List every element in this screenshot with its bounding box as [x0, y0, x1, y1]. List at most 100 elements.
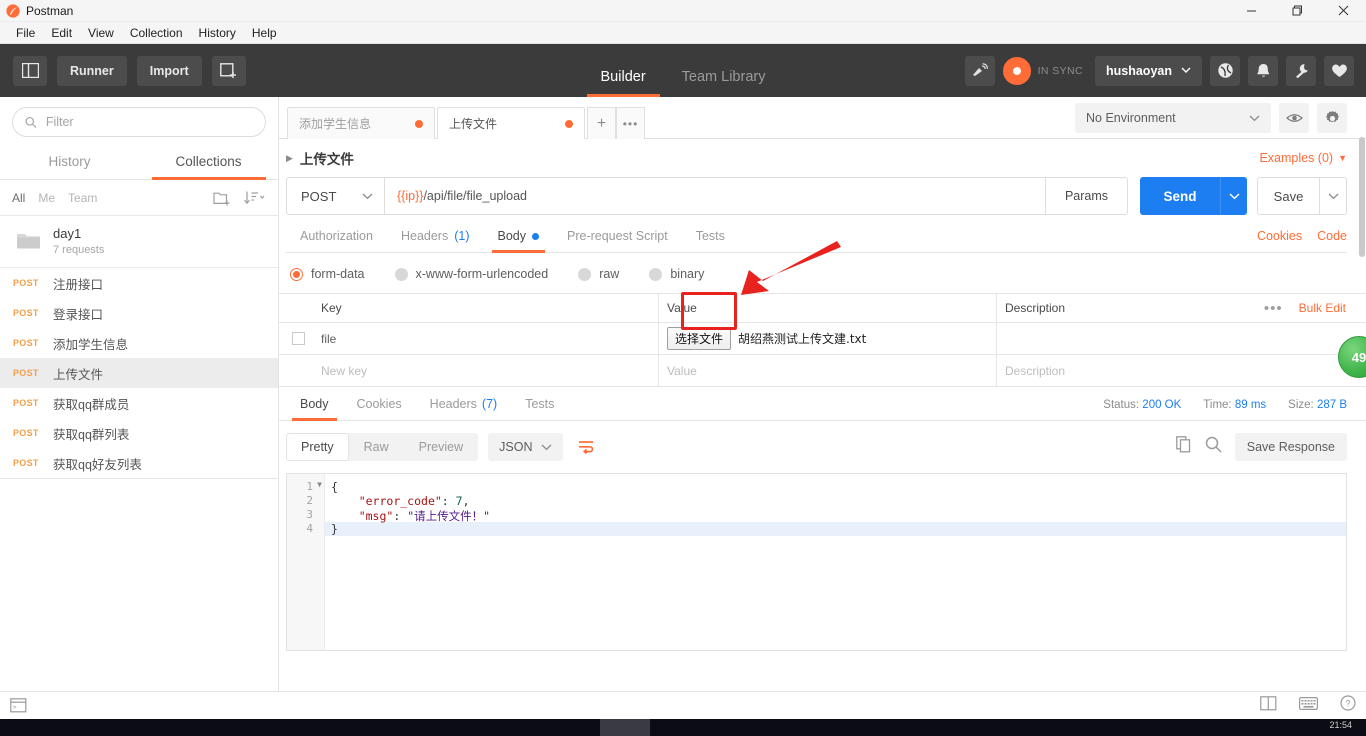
sidebar-request-2[interactable]: POST 添加学生信息 [0, 328, 278, 358]
scope-me[interactable]: Me [38, 191, 55, 205]
menu-collection[interactable]: Collection [122, 24, 191, 42]
examples-dropdown[interactable]: Examples (0) ▼ [1259, 151, 1347, 165]
tab-builder[interactable]: Builder [586, 69, 660, 97]
send-button[interactable]: Send [1140, 177, 1220, 215]
radio-binary[interactable]: binary [649, 267, 704, 281]
view-mode-preview[interactable]: Preview [404, 433, 478, 461]
copy-icon[interactable] [1175, 436, 1192, 458]
request-tab-prerequest-script[interactable]: Pre-request Script [553, 229, 682, 252]
menu-file[interactable]: File [8, 24, 43, 42]
request-tab-body[interactable]: Body [484, 229, 554, 253]
new-folder-icon[interactable] [213, 190, 231, 206]
search-icon[interactable] [1205, 436, 1222, 458]
scope-all[interactable]: All [12, 191, 25, 205]
radio-x-www-form-urlencoded[interactable]: x-www-form-urlencoded [394, 267, 548, 281]
globe-icon[interactable] [1210, 55, 1240, 86]
url-input[interactable]: {{ip}}/api/file/file_upload [384, 177, 1046, 215]
help-icon[interactable]: ? [1340, 695, 1356, 716]
scrollbar-thumb[interactable] [1359, 137, 1365, 257]
main-scrollbar[interactable] [1358, 97, 1366, 733]
breadcrumb[interactable]: ▶ 上传文件 [286, 148, 354, 168]
two-pane-layout-icon[interactable] [1260, 695, 1277, 716]
response-tab-headers[interactable]: Headers (7) [416, 397, 512, 420]
cookies-link[interactable]: Cookies [1257, 229, 1302, 243]
new-value-input[interactable]: Value [659, 355, 997, 386]
request-tab-tests[interactable]: Tests [682, 229, 739, 252]
maximize-button[interactable] [1274, 0, 1320, 22]
close-button[interactable] [1320, 0, 1366, 22]
minimize-button[interactable] [1228, 0, 1274, 22]
bell-icon[interactable] [1248, 55, 1278, 86]
sidebar-tab-history[interactable]: History [0, 146, 139, 179]
runner-button[interactable]: Runner [57, 55, 127, 86]
import-button[interactable]: Import [136, 55, 202, 86]
request-tab-1-active[interactable]: 上传文件 [437, 107, 585, 139]
new-key-input[interactable]: New key [317, 355, 659, 386]
response-body-code[interactable]: 1 ▼ 2 3 4 { "error_code": 7, "msg": "请上传文… [286, 473, 1347, 651]
request-tab-authorization[interactable]: Authorization [286, 229, 387, 252]
row-value-file[interactable]: 选择文件 胡绍燕测试上传文建.txt [659, 323, 997, 354]
response-format-select[interactable]: JSON [488, 433, 564, 461]
save-button[interactable]: Save [1257, 177, 1320, 215]
code-link[interactable]: Code [1317, 229, 1347, 243]
add-tab-button[interactable]: + [587, 107, 616, 139]
new-description-input[interactable]: Description [997, 355, 1366, 386]
time-value: 89 ms [1234, 399, 1267, 411]
console-icon[interactable]: > [10, 698, 27, 713]
menu-help[interactable]: Help [244, 24, 285, 42]
keyboard-icon[interactable] [1299, 696, 1318, 715]
response-tab-body[interactable]: Body [286, 397, 343, 421]
table-row[interactable]: file 选择文件 胡绍燕测试上传文建.txt [279, 323, 1366, 355]
send-options-button[interactable] [1220, 177, 1247, 215]
menu-history[interactable]: History [191, 24, 244, 42]
sidebar-toggle-button[interactable] [13, 55, 47, 86]
choose-file-button[interactable]: 选择文件 [667, 327, 732, 350]
menu-view[interactable]: View [80, 24, 122, 42]
sidebar-request-3-selected[interactable]: POST 上传文件 [0, 358, 278, 388]
filter-search-box[interactable] [12, 107, 266, 137]
view-mode-pretty[interactable]: Pretty [286, 433, 349, 461]
fold-toggle-icon[interactable]: ▼ [317, 480, 322, 489]
tab-options-button[interactable]: ••• [616, 107, 645, 139]
radio-form-data[interactable]: form-data [290, 267, 365, 281]
gear-icon[interactable] [1317, 103, 1347, 133]
table-more-options-icon[interactable]: ••• [1264, 300, 1283, 317]
new-tab-button[interactable] [211, 55, 246, 86]
tab-team-library[interactable]: Team Library [682, 69, 766, 97]
row-checkbox[interactable] [279, 332, 317, 345]
response-tab-cookies[interactable]: Cookies [343, 397, 416, 420]
sidebar-request-0[interactable]: POST 注册接口 [0, 268, 278, 298]
eye-icon[interactable] [1279, 103, 1309, 133]
user-menu-button[interactable]: hushaoyan [1095, 55, 1202, 86]
table-row-placeholder[interactable]: New key Value Description [279, 355, 1366, 387]
view-mode-raw[interactable]: Raw [349, 433, 404, 461]
sidebar-request-6[interactable]: POST 获取qq好友列表 [0, 448, 278, 478]
heart-icon[interactable] [1324, 55, 1354, 86]
broadcast-icon[interactable] [964, 55, 995, 86]
row-description[interactable] [997, 323, 1366, 354]
wrench-icon[interactable] [1286, 55, 1316, 86]
sidebar-request-5[interactable]: POST 获取qq群列表 [0, 418, 278, 448]
sidebar-tab-collections[interactable]: Collections [139, 146, 278, 180]
response-tab-tests[interactable]: Tests [511, 397, 568, 420]
menu-edit[interactable]: Edit [43, 24, 80, 42]
request-tab-headers[interactable]: Headers (1) [387, 229, 484, 252]
row-key[interactable]: file [317, 323, 659, 354]
scope-team[interactable]: Team [68, 191, 97, 205]
http-method-select[interactable]: POST [286, 177, 384, 215]
save-options-button[interactable] [1320, 177, 1347, 215]
collection-item-day1[interactable]: day1 7 requests [0, 216, 278, 268]
request-tab-0[interactable]: 添加学生信息 [287, 107, 435, 139]
sort-descending-icon[interactable] [244, 190, 266, 206]
bulk-edit-button[interactable]: Bulk Edit [1299, 301, 1346, 315]
word-wrap-icon[interactable] [573, 436, 599, 458]
params-button[interactable]: Params [1046, 177, 1128, 215]
save-response-button[interactable]: Save Response [1234, 433, 1347, 461]
filter-input[interactable] [45, 115, 253, 129]
taskbar-window-button[interactable] [600, 719, 650, 736]
sidebar-request-1[interactable]: POST 登录接口 [0, 298, 278, 328]
sidebar-request-4[interactable]: POST 获取qq群成员 [0, 388, 278, 418]
chevron-right-icon[interactable]: ▶ [286, 153, 293, 164]
environment-select[interactable]: No Environment [1075, 103, 1271, 133]
radio-raw[interactable]: raw [578, 267, 619, 281]
